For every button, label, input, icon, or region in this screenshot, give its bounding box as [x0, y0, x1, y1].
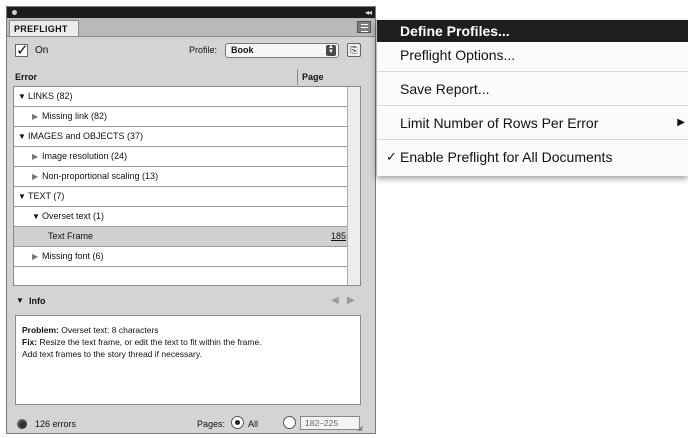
profile-value: Book	[231, 45, 254, 55]
problem-text: Overset text: 8 characters	[61, 325, 159, 335]
next-icon[interactable]: ▶	[347, 295, 355, 306]
error-label: TEXT (7)	[28, 191, 65, 201]
error-list-scrollbar[interactable]	[347, 87, 360, 285]
resize-grip-icon[interactable]: ◢	[357, 425, 365, 433]
collapsed-triangle-icon[interactable]: ▶	[32, 247, 42, 266]
menu-item-limit-rows[interactable]: Limit Number of Rows Per Error ▶	[377, 112, 688, 134]
menu-item-label: Enable Preflight for All Documents	[400, 149, 613, 165]
checkmark-icon: ✓	[386, 149, 397, 164]
error-row[interactable]: ▶ Missing link (82)	[14, 107, 360, 127]
pages-range-input[interactable]: 182–225	[300, 416, 360, 430]
menu-separator	[377, 71, 688, 72]
status-icon	[17, 419, 27, 429]
collapsed-triangle-icon[interactable]: ▶	[32, 147, 42, 166]
error-row[interactable]: ▼ Overset text (1)	[14, 207, 360, 227]
error-row[interactable]: ▶ Missing font (6)	[14, 247, 360, 267]
preflight-panel: ◂◂ PREFLIGHT ✓ On Profile: Book ▲ ▼ ⎘ Err…	[6, 6, 376, 434]
status-bar: 126 errors Pages: All 182–225 ◢	[13, 415, 365, 433]
profile-select[interactable]: Book ▲ ▼	[225, 43, 339, 58]
collapsed-triangle-icon[interactable]: ▶	[32, 167, 42, 186]
previous-icon[interactable]: ◀	[331, 295, 339, 306]
error-label: Text Frame	[48, 231, 94, 241]
error-page-link[interactable]: 185	[302, 227, 346, 246]
panel-titlebar[interactable]: ◂◂	[7, 7, 375, 18]
menu-separator	[377, 105, 688, 106]
error-label: LINKS (82)	[28, 91, 73, 101]
menu-item-enable-all-docs[interactable]: ✓ Enable Preflight for All Documents	[377, 146, 688, 168]
panel-tabstrip: PREFLIGHT	[7, 18, 375, 37]
error-label: IMAGES and OBJECTS (37)	[28, 131, 144, 141]
pages-label: Pages:	[197, 419, 226, 429]
pages-all-radio[interactable]	[231, 416, 244, 429]
error-row[interactable]: ▶ Non-proportional scaling (13)	[14, 167, 360, 187]
error-label: Missing font (6)	[42, 251, 104, 261]
menu-item-label: Save Report...	[400, 81, 490, 97]
error-list-header: Error Page	[13, 69, 349, 85]
on-row: ✓ On Profile: Book ▲ ▼ ⎘	[15, 43, 371, 61]
menu-item-preflight-options[interactable]: Preflight Options...	[377, 44, 688, 66]
error-row[interactable]: Text Frame 185	[14, 227, 360, 247]
error-count[interactable]: 126 errors	[35, 419, 76, 429]
menu-item-save-report[interactable]: Save Report...	[377, 78, 688, 100]
fix-text-2: Add text frames to the story thread if n…	[22, 349, 202, 359]
error-row[interactable]: ▶ Image resolution (24)	[14, 147, 360, 167]
tab-preflight[interactable]: PREFLIGHT	[9, 20, 79, 36]
error-label: Image resolution (24)	[42, 151, 128, 161]
pages-range-radio[interactable]	[283, 416, 296, 429]
select-arrows-icon: ▲ ▼	[326, 44, 336, 56]
expanded-triangle-icon[interactable]: ▼	[18, 87, 28, 106]
expanded-triangle-icon[interactable]: ▼	[18, 187, 28, 206]
collapse-icon[interactable]: ◂◂	[365, 7, 372, 18]
on-checkbox[interactable]: ✓	[15, 43, 29, 58]
panel-menu-icon[interactable]	[357, 21, 371, 33]
menu-item-label: Define Profiles...	[400, 23, 510, 39]
expanded-triangle-icon[interactable]: ▼	[18, 127, 28, 146]
menu-item-label: Limit Number of Rows Per Error	[400, 115, 599, 131]
menu-separator	[377, 139, 688, 140]
panel-flyout-menu: Define Profiles... Preflight Options... …	[376, 20, 688, 176]
error-label: Missing link (82)	[42, 111, 108, 121]
pages-all-label: All	[248, 419, 259, 429]
column-error[interactable]: Error	[15, 72, 37, 82]
info-disclosure-icon[interactable]: ▼	[16, 296, 24, 305]
error-row[interactable]: ▼ LINKS (82)	[14, 87, 360, 107]
fix-label: Fix:	[22, 337, 38, 347]
column-page[interactable]: Page	[297, 69, 349, 85]
submenu-arrow-icon: ▶	[677, 117, 685, 128]
menu-item-define-profiles[interactable]: Define Profiles...	[377, 20, 688, 42]
close-icon[interactable]	[12, 10, 17, 15]
problem-label: Problem:	[22, 325, 59, 335]
error-list: ▼ LINKS (82) ▶ Missing link (82) ▼ IMAGES and…	[13, 86, 361, 286]
error-row[interactable]: ▼ TEXT (7)	[14, 187, 360, 207]
info-label: Info	[29, 296, 46, 306]
fix-text: Resize the text frame, or edit the text …	[39, 337, 262, 347]
profile-options-icon[interactable]: ⎘	[347, 43, 361, 57]
expanded-triangle-icon[interactable]: ▼	[32, 207, 42, 226]
menu-item-label: Preflight Options...	[400, 47, 516, 63]
info-box: Problem: Overset text: 8 characters Fix:…	[15, 315, 361, 405]
error-label: Overset text (1)	[42, 211, 105, 221]
error-label: Non-proportional scaling (13)	[42, 171, 159, 181]
error-row[interactable]: ▼ IMAGES and OBJECTS (37)	[14, 127, 360, 147]
info-header: ▼ Info ◀ ▶	[13, 294, 361, 310]
profile-label: Profile:	[189, 45, 218, 55]
on-label: On	[35, 45, 49, 56]
collapsed-triangle-icon[interactable]: ▶	[32, 107, 42, 126]
